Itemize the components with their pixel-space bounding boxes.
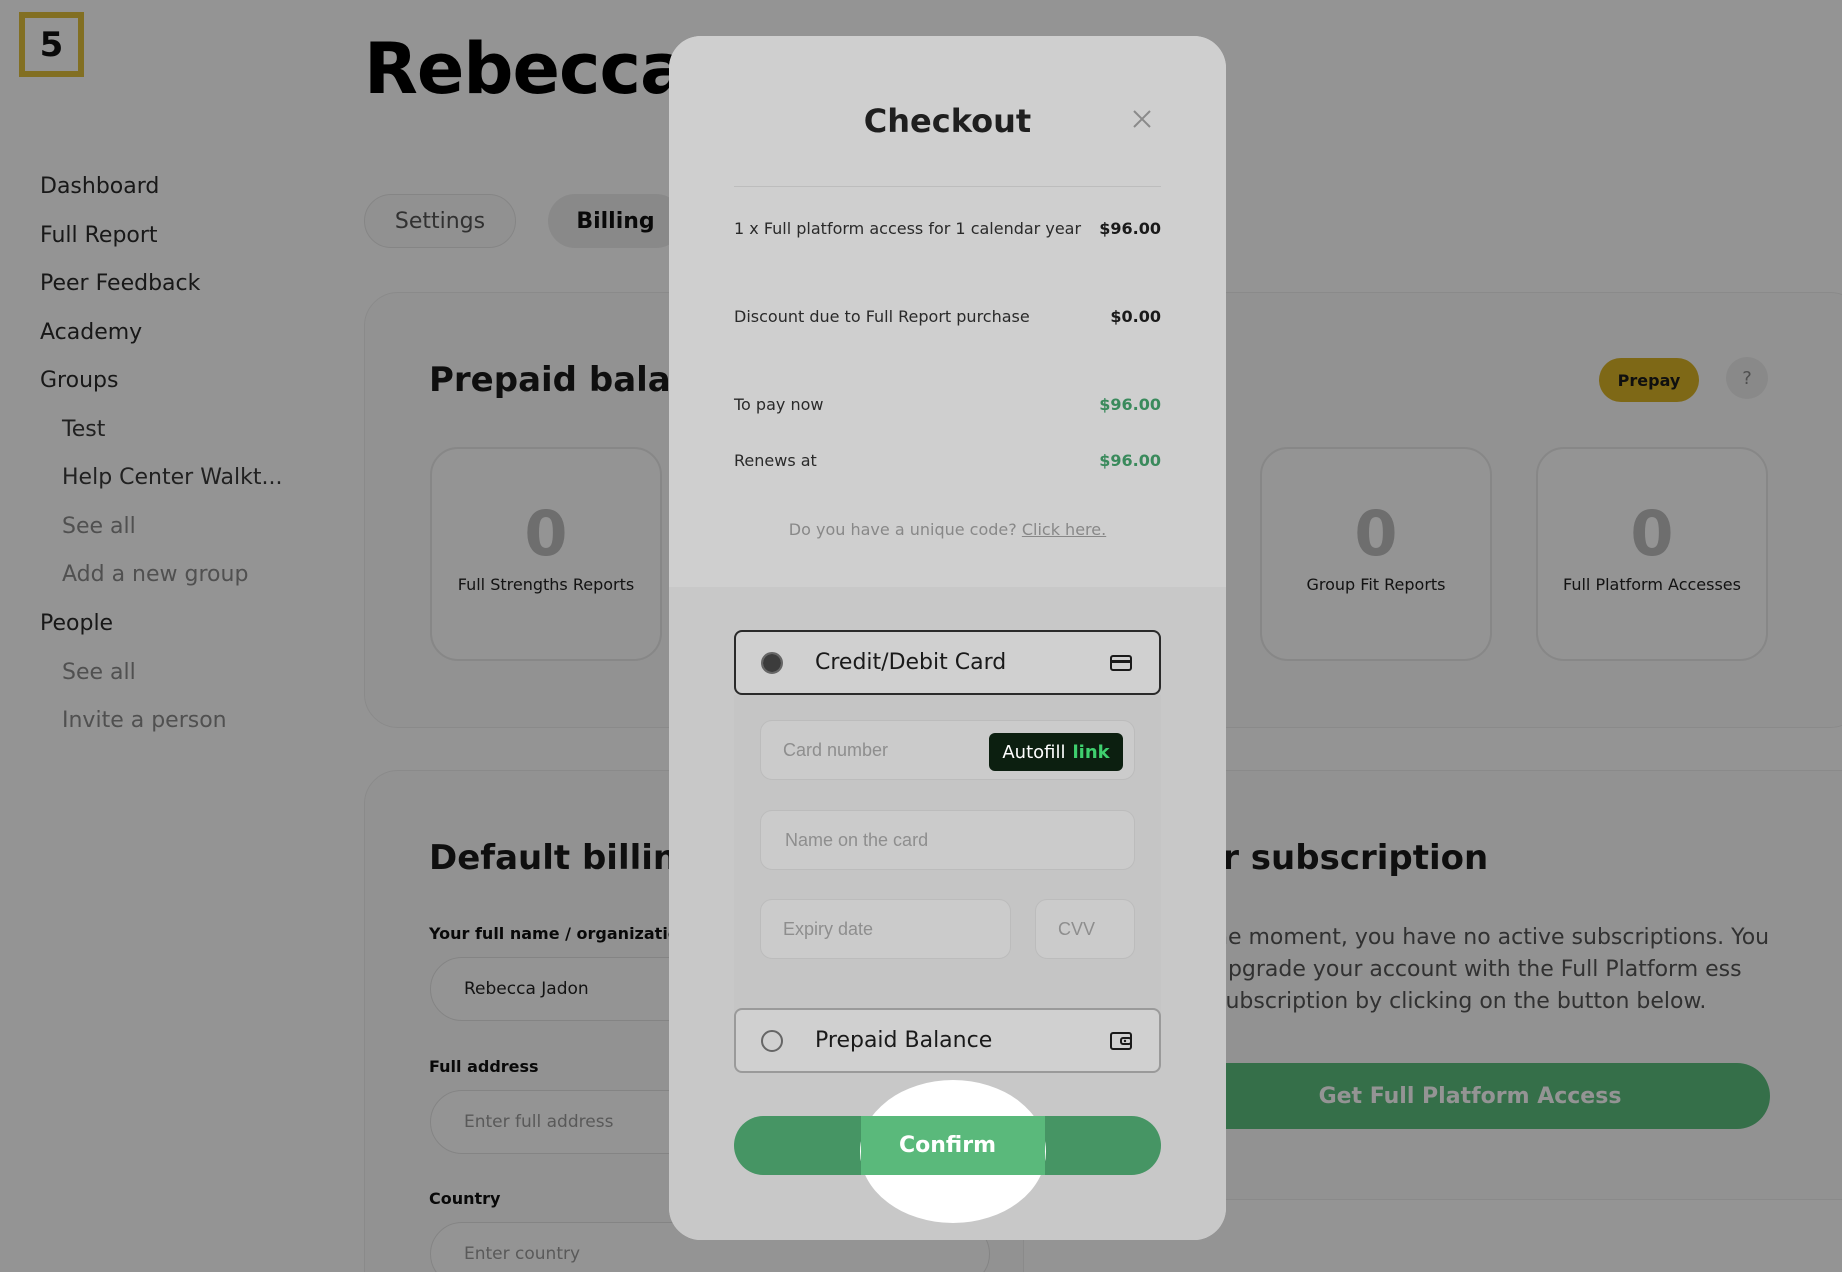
cvv-field[interactable]: CVV: [1035, 899, 1135, 959]
unique-code-prompt: Do you have a unique code? Click here.: [669, 520, 1226, 539]
line-item-label: Discount due to Full Report purchase: [734, 307, 1030, 326]
line-item-label: Renews at: [734, 451, 817, 470]
divider: [734, 186, 1161, 187]
payment-option-label: Credit/Debit Card: [815, 650, 1007, 675]
wallet-icon: [1110, 1031, 1132, 1050]
line-item-amount: $96.00: [1099, 219, 1161, 238]
radio-selected[interactable]: [761, 651, 783, 674]
line-item-platform-access: 1 x Full platform access for 1 calendar …: [734, 219, 1161, 238]
line-item-discount: Discount due to Full Report purchase $0.…: [734, 307, 1161, 326]
unique-code-link[interactable]: Click here.: [1022, 520, 1106, 539]
close-icon[interactable]: [1127, 104, 1157, 134]
payment-option-card[interactable]: Credit/Debit Card: [734, 630, 1161, 695]
line-item-amount: $0.00: [1110, 307, 1161, 326]
payment-option-prepaid-balance[interactable]: Prepaid Balance: [734, 1008, 1161, 1073]
payment-option-label: Prepaid Balance: [815, 1028, 993, 1053]
line-item-label: To pay now: [734, 395, 824, 414]
expiry-date-field[interactable]: Expiry date: [760, 899, 1011, 959]
radio-unselected[interactable]: [761, 1029, 783, 1052]
line-item-amount: $96.00: [1099, 451, 1161, 470]
card-name-field[interactable]: Name on the card: [760, 810, 1135, 870]
line-item-amount: $96.00: [1099, 395, 1161, 414]
line-item-label: 1 x Full platform access for 1 calendar …: [734, 219, 1082, 238]
line-item-to-pay-now: To pay now $96.00: [734, 395, 1161, 414]
autofill-label: Autofill: [1002, 741, 1066, 763]
line-item-renews-at: Renews at $96.00: [734, 451, 1161, 470]
autofill-link-text: link: [1072, 741, 1110, 763]
unique-code-text: Do you have a unique code?: [788, 520, 1017, 539]
confirm-button-highlight: [861, 1116, 1045, 1175]
autofill-link-button[interactable]: Autofill link: [989, 733, 1123, 771]
credit-card-icon: [1110, 654, 1132, 671]
